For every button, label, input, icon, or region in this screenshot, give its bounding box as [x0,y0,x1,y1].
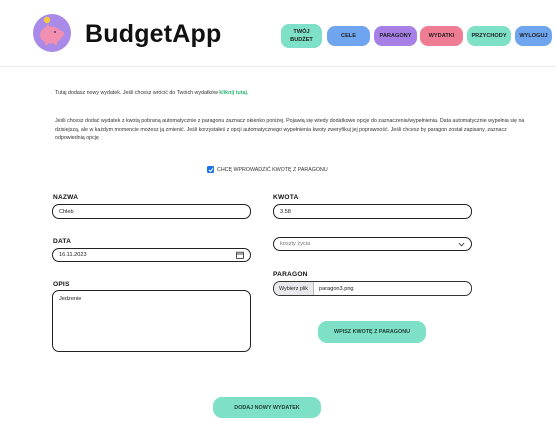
nav-wydatki-button[interactable]: WYDATKI [420,26,463,46]
intro-text: Tutaj dodasz nowy wydatek. Jeśli chcesz … [55,90,248,96]
receipt-checkbox-row[interactable]: CHCĘ WPROWADZIĆ KWOTĘ Z PARAGONU [207,166,328,173]
description-textarea-value: Jedzenie [59,296,82,302]
date-label: DATA [53,238,72,245]
receipt-file-input[interactable]: Wybierz plik paragon3.png [273,281,472,296]
date-input[interactable]: 16.11.2023 [52,248,251,262]
name-input-value: Chleb [59,208,74,215]
nav-cele-button[interactable]: CELE [327,26,370,46]
date-input-value: 16.11.2023 [59,252,87,258]
file-name: paragon3.png [319,285,354,292]
app-title: BudgetApp [85,20,222,48]
receipt-checkbox-label: CHCĘ WPROWADZIĆ KWOTĘ Z PARAGONU [217,166,328,173]
receipt-checkbox[interactable] [207,166,214,173]
piggy-bank-icon[interactable] [33,14,71,52]
checkmark-icon [208,167,213,172]
fill-amount-from-receipt-button[interactable]: WPISZ KWOTĘ Z PARAGONU [318,321,426,343]
nav-przychody-button[interactable]: PRZYCHODY [467,26,511,46]
receipt-label: PARAGON [273,271,308,278]
category-select[interactable]: koszty życia [273,237,472,251]
category-select-value: koszty życia [280,241,311,247]
back-to-expenses-link[interactable]: kliknij tutaj. [219,90,248,96]
choose-file-button[interactable]: Wybierz plik [274,282,315,295]
add-expense-button[interactable]: DODAJ NOWY WYDATEK [213,397,321,418]
description-label: OPIS [53,281,70,288]
name-label: NAZWA [53,194,79,201]
nav-twoj-budzet-line2: BUDŻET [290,37,313,43]
intro-message: Tutaj dodasz nowy wydatek. Jeśli chcesz … [55,90,220,96]
nav-twoj-budzet-line1: TWÓJ [293,29,310,35]
description-text: Jeśli chcesz dodać wydatek z kwotą pobra… [55,118,525,142]
description-textarea[interactable]: Jedzenie [52,290,251,352]
nav-twoj-budzet-button[interactable]: TWÓJ BUDŻET [281,24,322,48]
amount-label: KWOTA [273,194,299,201]
calendar-icon[interactable] [236,251,244,259]
top-header: BudgetApp TWÓJ BUDŻET CELE PARAGONY WYDA… [0,0,556,67]
chevron-down-icon [458,242,465,246]
name-input[interactable]: Chleb [52,204,251,219]
amount-input-value: 3.58 [280,208,291,215]
nav-paragony-button[interactable]: PARAGONY [374,26,417,46]
nav-wyloguj-button[interactable]: WYLOGUJ [515,26,552,46]
amount-input[interactable]: 3.58 [273,204,472,219]
